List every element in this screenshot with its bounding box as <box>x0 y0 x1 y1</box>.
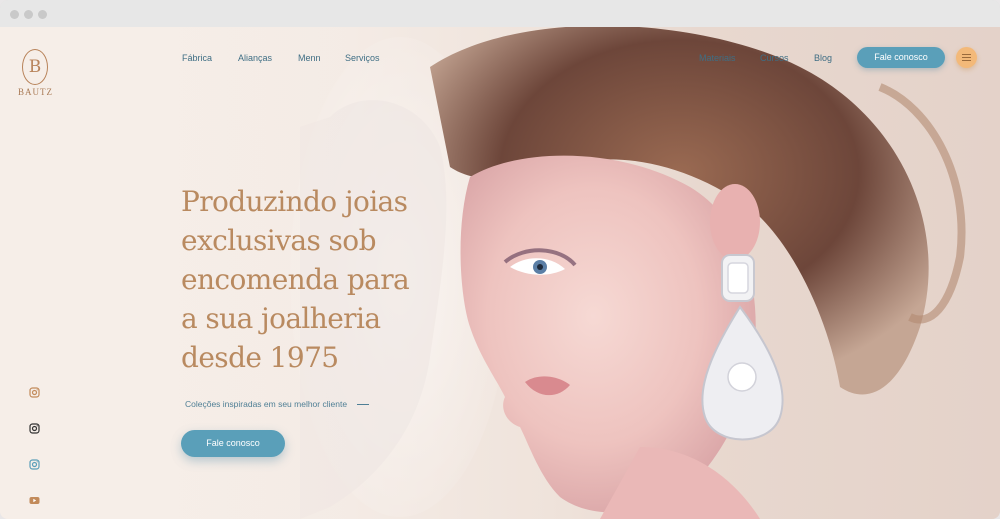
browser-titlebar <box>0 0 1000 28</box>
browser-window: B BAUTZ Fábrica Alianças Menn Serviços M… <box>0 0 1000 519</box>
nav-item-cursos[interactable]: Cursos <box>760 53 789 63</box>
menu-button[interactable] <box>956 47 977 68</box>
hero-headline: Produzindo joias exclusivas sob encomend… <box>181 182 461 377</box>
nav-item-menn[interactable]: Menn <box>298 53 321 63</box>
nav-item-servicos[interactable]: Serviços <box>345 53 380 63</box>
hero-contact-button[interactable]: Fale conosco <box>181 430 285 457</box>
nav-item-fabrica[interactable]: Fábrica <box>182 53 212 63</box>
instagram-icon[interactable] <box>29 459 40 470</box>
hamburger-icon <box>962 57 971 59</box>
nav-item-materiais[interactable]: Materiais <box>699 53 736 63</box>
headline-line: desde 1975 <box>181 341 339 374</box>
hero-image <box>0 27 966 519</box>
hero-tagline: Coleções inspiradas em seu melhor client… <box>185 399 348 409</box>
logo-text: BAUTZ <box>18 87 53 97</box>
window-dot-icon[interactable] <box>24 10 33 19</box>
headline-line: a sua joalheria <box>181 302 381 335</box>
youtube-icon[interactable] <box>29 495 40 506</box>
headline-line: exclusivas sob <box>181 224 376 257</box>
landing-page: B BAUTZ Fábrica Alianças Menn Serviços M… <box>0 27 1000 519</box>
window-dot-icon[interactable] <box>10 10 19 19</box>
tagline-divider <box>357 404 369 405</box>
instagram-icon[interactable] <box>29 387 40 398</box>
headline-line: Produzindo joias <box>181 185 408 218</box>
nav-item-aliancas[interactable]: Alianças <box>238 53 272 63</box>
headline-line: encomenda para <box>181 263 410 296</box>
window-dot-icon[interactable] <box>38 10 47 19</box>
logo-mark: B <box>22 49 48 85</box>
header-contact-button[interactable]: Fale conosco <box>857 47 945 68</box>
nav-item-blog[interactable]: Blog <box>814 53 832 63</box>
instagram-icon[interactable] <box>29 423 40 434</box>
brand-logo[interactable]: B BAUTZ <box>18 49 52 97</box>
hamburger-icon <box>962 54 971 56</box>
hamburger-icon <box>962 60 971 62</box>
